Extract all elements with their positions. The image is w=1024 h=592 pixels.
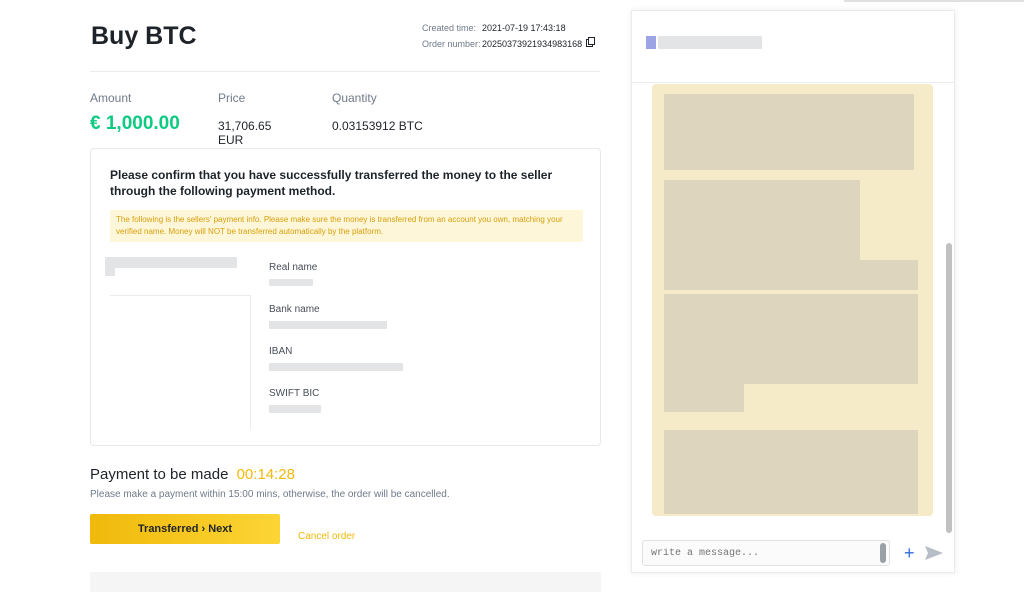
bank-name-label: Bank name bbox=[269, 304, 320, 315]
chat-message-input[interactable] bbox=[643, 541, 889, 565]
countdown-timer: 00:14:28 bbox=[236, 466, 295, 483]
price-value: 31,706.65 EUR bbox=[218, 119, 272, 147]
next-section bbox=[90, 572, 601, 592]
real-name-redacted bbox=[269, 279, 313, 286]
payment-method-card: Please confirm that you have successfull… bbox=[90, 148, 601, 446]
plus-icon[interactable]: + bbox=[904, 544, 915, 562]
chat-contact-redacted bbox=[658, 36, 762, 49]
order-stats: Amount € 1,000.00 Price 31,706.65 EUR Qu… bbox=[90, 91, 459, 147]
chat-input-box[interactable] bbox=[642, 540, 890, 566]
price-label: Price bbox=[218, 91, 246, 105]
iban-label: IBAN bbox=[269, 346, 293, 357]
send-icon[interactable] bbox=[924, 545, 944, 561]
redacted-text bbox=[664, 260, 918, 290]
amount-stat: Amount € 1,000.00 bbox=[90, 91, 182, 147]
swift-bic-redacted bbox=[269, 405, 321, 413]
chat-panel: + bbox=[631, 10, 955, 573]
chat-message-bubble bbox=[652, 84, 933, 516]
order-number-label: Order number: bbox=[422, 39, 481, 49]
window-edge bbox=[844, 0, 1024, 2]
quantity-value: 0.03153912 BTC bbox=[332, 119, 423, 133]
redacted-text bbox=[664, 430, 918, 514]
payment-subtext: Please make a payment within 15:00 mins,… bbox=[90, 489, 450, 500]
confirm-message: Please confirm that you have successfull… bbox=[110, 168, 553, 198]
payment-heading: Payment to be made 00:14:28 bbox=[90, 466, 450, 483]
bank-name-redacted bbox=[269, 321, 387, 329]
order-meta: Created time: 2021-07-19 17:43:18 Order … bbox=[422, 20, 596, 52]
redacted-fragment bbox=[105, 268, 115, 276]
seller-info-notice: The following is the sellers' payment in… bbox=[110, 210, 583, 242]
redacted-text bbox=[664, 180, 860, 260]
iban-redacted bbox=[269, 363, 403, 371]
copy-icon[interactable] bbox=[586, 36, 596, 47]
real-name-label: Real name bbox=[269, 262, 318, 273]
header-divider bbox=[90, 71, 600, 72]
price-stat: Price 31,706.65 EUR bbox=[218, 91, 296, 147]
redacted-text bbox=[664, 94, 914, 170]
quantity-stat: Quantity 0.03153912 BTC bbox=[332, 91, 423, 147]
payment-heading-text: Payment to be made bbox=[90, 466, 229, 483]
chat-header bbox=[632, 11, 954, 83]
quantity-label: Quantity bbox=[332, 91, 377, 105]
payment-method-name-redacted[interactable] bbox=[105, 257, 237, 268]
transferred-next-button[interactable]: Transferred › Next bbox=[90, 514, 280, 544]
order-number: 20250373921934983168 bbox=[482, 39, 583, 49]
order-panel: Buy BTC Created time: 2021-07-19 17:43:1… bbox=[90, 0, 602, 592]
created-time-label: Created time: bbox=[422, 23, 477, 33]
amount-label: Amount bbox=[90, 91, 132, 105]
redacted-text bbox=[664, 384, 744, 412]
avatar[interactable] bbox=[646, 36, 656, 49]
swift-bic-label: SWIFT BIC bbox=[269, 388, 320, 399]
created-time: 2021-07-19 17:43:18 bbox=[482, 23, 566, 33]
page-title: Buy BTC bbox=[91, 22, 197, 50]
method-underline bbox=[110, 295, 251, 296]
amount-value: € 1,000.00 bbox=[90, 113, 180, 134]
redacted-text bbox=[664, 294, 918, 384]
cancel-order-link[interactable]: Cancel order bbox=[298, 531, 355, 542]
payment-section: Payment to be made 00:14:28 Please make … bbox=[90, 466, 450, 500]
input-resize-handle[interactable] bbox=[880, 543, 886, 563]
chat-scrollbar[interactable] bbox=[946, 243, 952, 533]
method-divider bbox=[250, 296, 251, 429]
